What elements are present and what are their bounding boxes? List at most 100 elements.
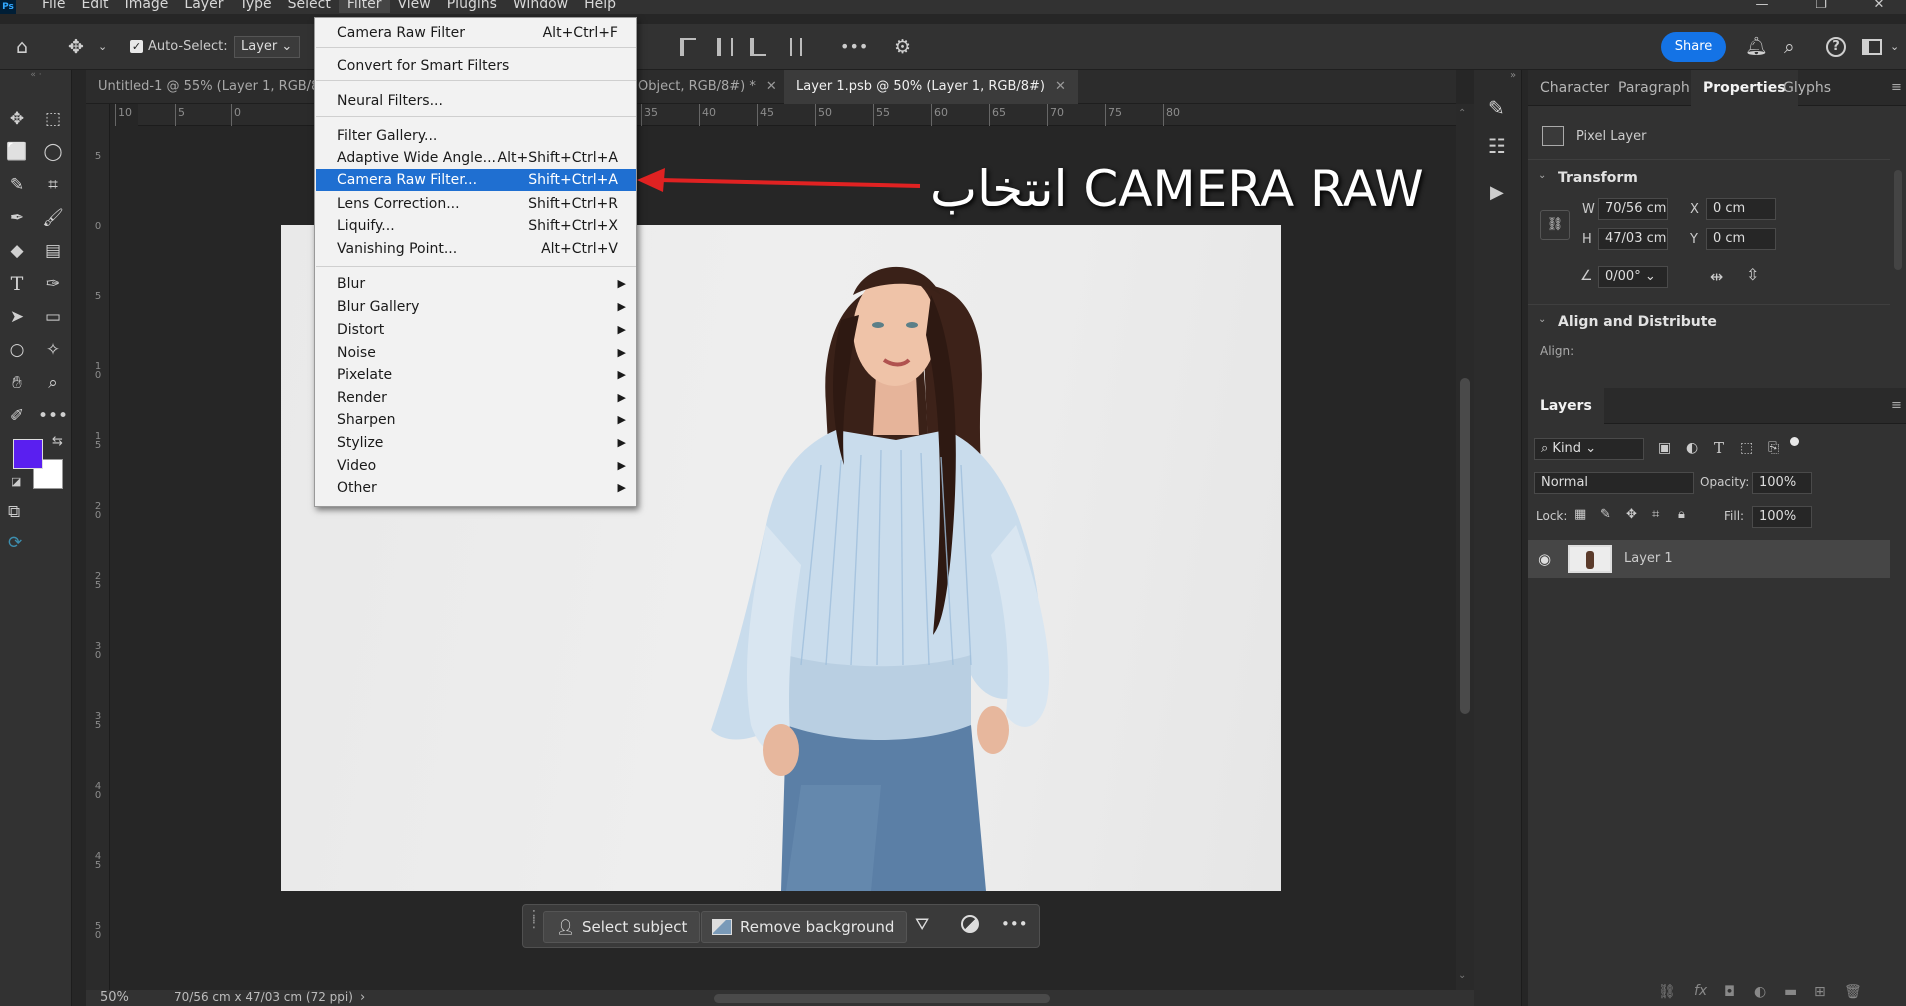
quick-mask-icon[interactable]: ⧉ bbox=[8, 502, 20, 522]
filter-shape-icon[interactable]: ⬚ bbox=[1740, 440, 1753, 456]
workspace-layout-icon[interactable] bbox=[1862, 39, 1882, 55]
menu-item-stylize[interactable]: Stylize ▶ bbox=[316, 432, 636, 454]
panel-menu-icon[interactable]: ≡ bbox=[1891, 80, 1902, 95]
menu-item-vanishing-point[interactable]: Vanishing Point... Alt+Ctrl+V bbox=[316, 238, 636, 260]
adjustments-sliders-icon[interactable]: ☷ bbox=[1488, 134, 1506, 158]
more-options-icon[interactable]: ••• bbox=[1001, 915, 1028, 933]
menu-item-distort[interactable]: Distort ▶ bbox=[316, 319, 636, 341]
align-collapse-icon[interactable]: ⌄ bbox=[1538, 314, 1546, 325]
drag-handle-icon[interactable]: ⋮ ⋮ bbox=[527, 909, 541, 930]
x-field[interactable]: 0 cm bbox=[1706, 198, 1776, 220]
filter-adjustment-icon[interactable]: ◐ bbox=[1686, 440, 1698, 456]
menu-item-blur-gallery[interactable]: Blur Gallery ▶ bbox=[316, 296, 636, 318]
width-field[interactable]: 70/56 cm bbox=[1598, 198, 1668, 220]
filter-pixel-icon[interactable]: ▣ bbox=[1658, 440, 1671, 456]
menu-item-noise[interactable]: Noise ▶ bbox=[316, 342, 636, 364]
default-colors-icon[interactable]: ◪ bbox=[11, 475, 21, 488]
menu-item-pixelate[interactable]: Pixelate ▶ bbox=[316, 364, 636, 386]
lock-transparent-icon[interactable]: ▦ bbox=[1574, 507, 1586, 522]
y-field[interactable]: 0 cm bbox=[1706, 228, 1776, 250]
tab-paragraph[interactable]: Paragraph bbox=[1606, 70, 1702, 106]
menu-help[interactable]: Help bbox=[576, 0, 624, 13]
flip-horizontal-icon[interactable]: ⇹ bbox=[1710, 267, 1723, 286]
tab-layers[interactable]: Layers bbox=[1528, 388, 1604, 424]
actions-play-icon[interactable]: ▶ bbox=[1490, 182, 1504, 203]
menu-view[interactable]: View bbox=[390, 0, 439, 13]
layers-panel-menu-icon[interactable]: ≡ bbox=[1891, 398, 1902, 413]
menu-layer[interactable]: Layer bbox=[176, 0, 231, 13]
swap-colors-icon[interactable]: ⇆ bbox=[52, 434, 63, 449]
vertical-scroll-thumb[interactable] bbox=[1460, 378, 1470, 714]
menu-item-convert-smart-filters[interactable]: Convert for Smart Filters bbox=[316, 55, 636, 77]
move-tool-icon[interactable]: ✥ bbox=[2, 104, 32, 134]
lasso-tool-icon[interactable]: ◯ bbox=[38, 137, 68, 167]
eraser-tool-icon[interactable]: ◆ bbox=[2, 236, 32, 266]
doc-tab-untitled[interactable]: Untitled-1 @ 55% (Layer 1, RGB/8 bbox=[86, 70, 331, 104]
tool-preset-chevron-icon[interactable]: ⌄ bbox=[98, 24, 107, 70]
doc-tab-smart-object[interactable]: Object, RGB/8#) * ✕ bbox=[626, 70, 789, 104]
select-subject-button[interactable]: 👤︎ Select subject bbox=[543, 911, 701, 943]
marquee-tool-icon[interactable]: ⬜ bbox=[2, 137, 32, 167]
properties-scroll-thumb[interactable] bbox=[1894, 170, 1902, 270]
edit-toolbar-icon[interactable]: ✐ bbox=[2, 401, 32, 431]
auto-select-target-dropdown[interactable]: Layer ⌄ bbox=[234, 36, 300, 58]
menu-item-sharpen[interactable]: Sharpen ▶ bbox=[316, 409, 636, 431]
status-menu-arrow[interactable]: › bbox=[360, 990, 365, 1005]
custom-shape-tool-icon[interactable]: ✧ bbox=[38, 335, 68, 365]
path-selection-tool-icon[interactable]: ➤ bbox=[2, 302, 32, 332]
menu-item-camera-raw-filter[interactable]: Camera Raw Filter... Shift+Ctrl+A bbox=[316, 169, 636, 191]
layer-name[interactable]: Layer 1 bbox=[1624, 551, 1673, 566]
lock-image-icon[interactable]: ✎ bbox=[1600, 507, 1611, 522]
toolbar-collapse-grip[interactable]: « · bbox=[0, 70, 72, 82]
height-field[interactable]: 47/03 cm bbox=[1598, 228, 1668, 250]
align-bottom-icon[interactable] bbox=[750, 38, 766, 56]
flip-vertical-icon[interactable]: ⇳ bbox=[1746, 265, 1759, 284]
zoom-level[interactable]: 50% bbox=[100, 990, 129, 1005]
close-tab-icon[interactable]: ✕ bbox=[1055, 79, 1066, 94]
scroll-down-icon[interactable]: ⌄ bbox=[1458, 970, 1466, 981]
menu-item-render[interactable]: Render ▶ bbox=[316, 387, 636, 409]
remove-background-button[interactable]: Remove background bbox=[701, 911, 908, 943]
home-icon[interactable]: ⌂ bbox=[16, 24, 28, 70]
close-tab-icon[interactable]: ✕ bbox=[766, 79, 777, 94]
doc-tab-layer1-psb[interactable]: Layer 1.psb @ 50% (Layer 1, RGB/8#) ✕ bbox=[784, 70, 1078, 104]
vertical-scrollbar[interactable]: ⌃ ⌄ bbox=[1456, 104, 1474, 990]
menu-item-filter-gallery[interactable]: Filter Gallery... bbox=[316, 125, 636, 147]
transform-icon[interactable]: ⛛ bbox=[915, 915, 929, 935]
filter-toggle-icon[interactable] bbox=[1790, 437, 1799, 446]
opacity-field[interactable]: 100% bbox=[1752, 472, 1812, 494]
menu-image[interactable]: Image bbox=[117, 0, 177, 13]
scroll-up-icon[interactable]: ⌃ bbox=[1458, 108, 1466, 119]
menu-plugins[interactable]: Plugins bbox=[439, 0, 505, 13]
new-layer-icon[interactable]: ⊞ bbox=[1814, 984, 1826, 1000]
brush-settings-icon[interactable]: ✎ bbox=[1488, 96, 1505, 120]
delete-layer-icon[interactable]: 🗑︎ bbox=[1844, 984, 1862, 1000]
hand-tool-icon[interactable]: ✋︎ bbox=[2, 368, 32, 398]
adjustment-icon[interactable] bbox=[961, 915, 979, 933]
help-icon[interactable]: ? bbox=[1826, 37, 1846, 57]
menu-select[interactable]: Select bbox=[280, 0, 339, 13]
dock-collapse-icon[interactable]: » bbox=[1510, 70, 1516, 81]
artboard-tool-icon[interactable]: ⬚ bbox=[38, 104, 68, 134]
close-window-button[interactable]: ✕ bbox=[1868, 0, 1890, 12]
fill-field[interactable]: 100% bbox=[1752, 506, 1812, 528]
align-vertical-center-icon[interactable] bbox=[717, 38, 733, 56]
new-group-icon[interactable]: ▬ bbox=[1784, 984, 1797, 1000]
foreground-color-swatch-top[interactable] bbox=[13, 439, 43, 469]
settings-gear-icon[interactable]: ⚙ bbox=[894, 24, 911, 70]
lock-all-icon[interactable]: 🔒︎ bbox=[1678, 507, 1685, 522]
auto-select-checkbox[interactable]: ✓ bbox=[130, 40, 143, 53]
lock-artboard-icon[interactable]: ⌗ bbox=[1652, 507, 1659, 522]
angle-field[interactable]: 0/00° ⌄ bbox=[1598, 266, 1668, 288]
pen-tool-icon[interactable]: ✑ bbox=[38, 269, 68, 299]
menu-filter[interactable]: Filter bbox=[338, 0, 390, 13]
zoom-tool-icon[interactable]: ⌕ bbox=[38, 368, 68, 398]
menu-item-liquify[interactable]: Liquify... Shift+Ctrl+X bbox=[316, 215, 636, 237]
distribute-icon[interactable] bbox=[790, 38, 802, 56]
share-button[interactable]: Share bbox=[1661, 32, 1726, 62]
filter-type-icon[interactable]: T bbox=[1714, 439, 1724, 457]
workspace-chevron-icon[interactable]: ⌄ bbox=[1890, 24, 1899, 70]
link-dimensions-icon[interactable]: ⛓ bbox=[1540, 210, 1570, 240]
menu-item-video[interactable]: Video ▶ bbox=[316, 455, 636, 477]
type-tool-icon[interactable]: T bbox=[2, 269, 32, 299]
